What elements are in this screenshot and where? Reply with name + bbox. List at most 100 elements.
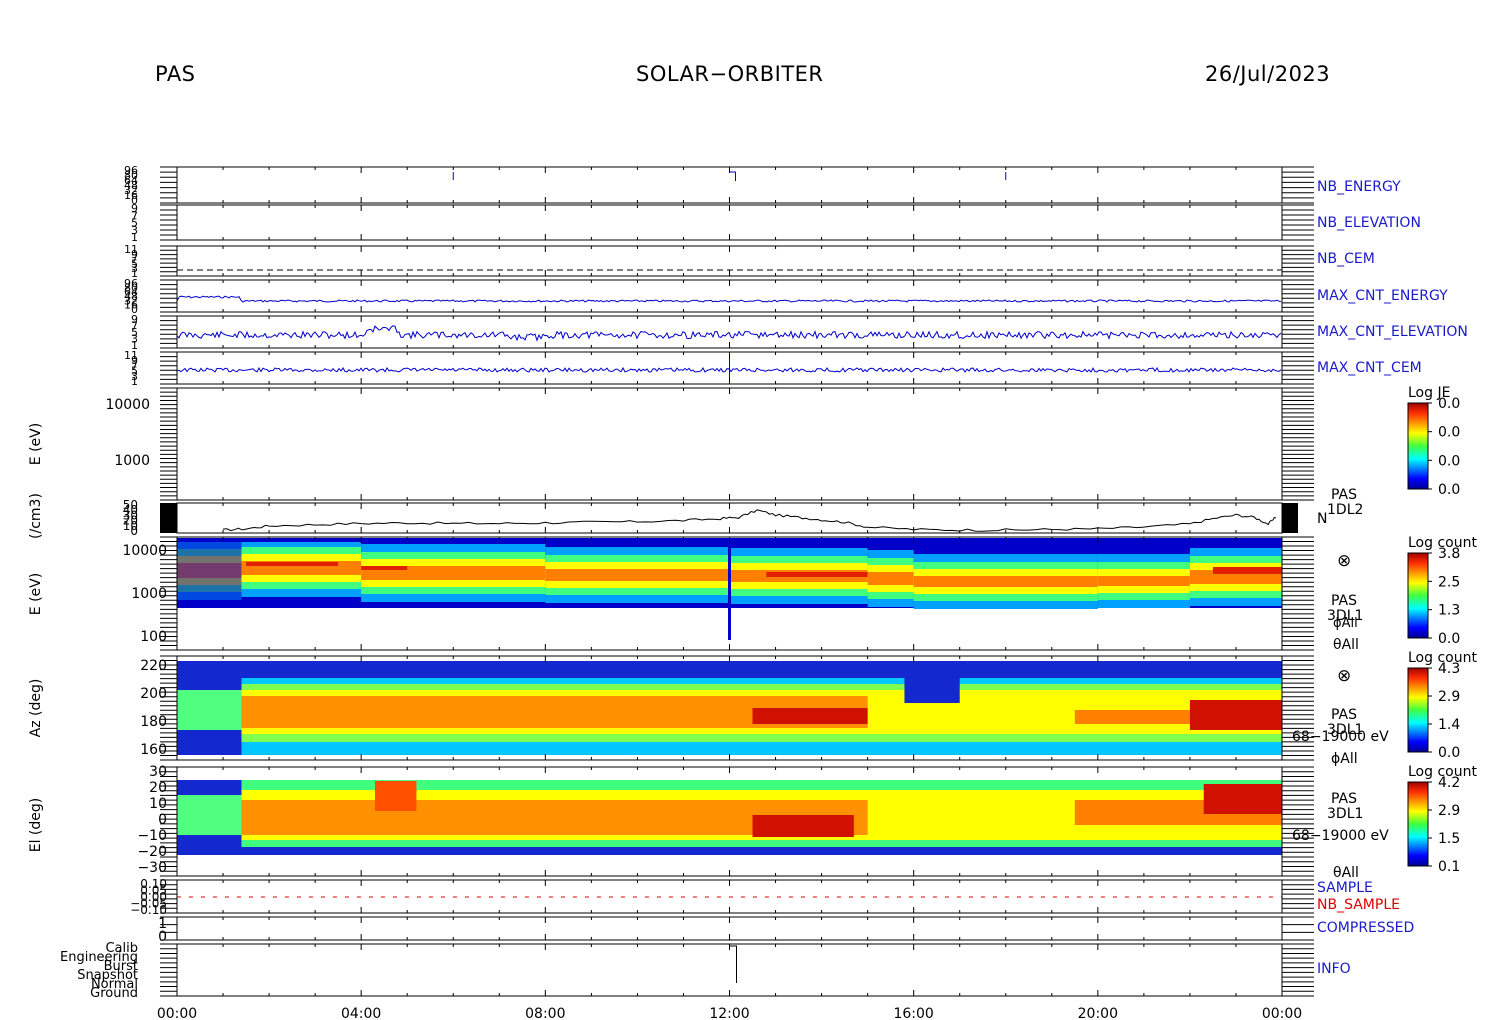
energy-band-peak [1212, 567, 1282, 574]
hk-label-nb_cem: NB_CEM [1317, 251, 1375, 267]
energy-label-theta: θAll [1333, 637, 1359, 653]
azimuth-label-energy: 68−19000 eV [1292, 729, 1389, 745]
azimuth-early-green [177, 690, 242, 730]
sample-label: SAMPLE [1317, 880, 1373, 896]
compressed-ytick: 0 [158, 929, 167, 945]
density-label-n: N [1317, 511, 1327, 527]
je-ytick: 10000 [105, 397, 150, 413]
elevation-colorbar-tick-label: 1.5 [1438, 831, 1460, 847]
info-label: INFO [1317, 961, 1351, 977]
energy-band-peak [361, 566, 408, 570]
elevation-label-theta: θAll [1333, 865, 1359, 881]
density-ylabel: (/cm3) [28, 493, 44, 539]
density-series-line [222, 509, 1276, 532]
je-ylabel: E (eV) [28, 423, 44, 465]
elevation-ytick: 0 [158, 812, 167, 828]
density-left-block [160, 503, 177, 533]
hk-ytick: 1 [131, 375, 138, 388]
je-colorbar [1407, 402, 1429, 490]
energy-colorbar-tick-label: 3.8 [1438, 546, 1460, 562]
elevation-ytick: −10 [137, 828, 167, 844]
azimuth-ytick: 200 [140, 686, 167, 702]
je-colorbar-tick-label: 0.0 [1438, 425, 1460, 441]
info-ytick: Ground [90, 986, 138, 1001]
azimuth-ytick: 180 [140, 714, 167, 730]
elevation-label-pas: PAS [1331, 791, 1357, 807]
energy-band-peak [766, 572, 868, 577]
elevation-colorbar-tick-label: 0.1 [1438, 859, 1460, 875]
density-label-pas: PAS [1331, 487, 1357, 503]
energy-band-peak [246, 562, 339, 566]
energy-label-phi: ϕAll [1333, 616, 1358, 631]
elevation-label-energy: 68−19000 eV [1292, 828, 1389, 844]
density-right-block [1282, 503, 1298, 533]
energy-ytick: 10000 [122, 543, 167, 559]
energy-ylabel: E (eV) [28, 573, 44, 615]
x-tick-label: 12:00 [709, 1006, 749, 1020]
elevation-ytick: 30 [149, 764, 167, 780]
elevation-colorbar-tick-label: 2.9 [1438, 803, 1460, 819]
nb-sample-label: NB_SAMPLE [1317, 897, 1400, 913]
compressed-label: COMPRESSED [1317, 920, 1414, 936]
hk-label-max_cnt_elevation: MAX_CNT_ELEVATION [1317, 324, 1468, 340]
info-panel-frame [176, 943, 1283, 997]
max-cnt-elevation-trace [176, 325, 1282, 342]
x-tick-label: 08:00 [525, 1006, 565, 1020]
energy-band-core [1097, 576, 1190, 586]
azimuth-peak-late [1189, 700, 1282, 730]
energy-colorbar-tick-label: 1.3 [1438, 603, 1460, 619]
azimuth-ytick: 220 [140, 658, 167, 674]
max-cnt-energy-trace [176, 295, 1282, 303]
elevation-colorbar [1407, 781, 1429, 867]
elevation-ylabel: El (deg) [28, 798, 44, 853]
density-label-1dl2: 1DL2 [1327, 502, 1363, 518]
je-ytick: 1000 [114, 453, 150, 469]
energy-colorbar-tick-label: 0.0 [1438, 631, 1460, 647]
energy-spectrogram-image [177, 538, 1282, 640]
energy-early-dim [177, 538, 242, 608]
azimuth-ytick: 160 [140, 742, 167, 758]
x-tick-label: 16:00 [893, 1006, 933, 1020]
azimuth-label-pas: PAS [1331, 707, 1357, 723]
elevation-hot-spot [374, 781, 417, 811]
elevation-colorbar-tick-label: 4.2 [1438, 775, 1460, 791]
info-mode-step [729, 945, 737, 983]
energy-ytick: 100 [140, 629, 167, 645]
x-tick-label: 04:00 [341, 1006, 381, 1020]
azimuth-spectrogram-image [177, 661, 1282, 755]
elevation-peak-late [1203, 784, 1282, 814]
elevation-spectrogram-image [177, 780, 1282, 855]
azimuth-colorbar-tick-label: 0.0 [1438, 745, 1460, 761]
azimuth-colorbar-tick-label: 2.9 [1438, 689, 1460, 705]
azimuth-direction-symbol: ⊗ [1337, 666, 1351, 686]
azimuth-dip [904, 661, 960, 703]
energy-colorbar-tick-label: 2.5 [1438, 574, 1460, 590]
density-ytick: 0 [130, 524, 138, 538]
x-tick-label: 00:00 [157, 1006, 197, 1020]
pas-summary-plot: 9680644832160NB_ENERGY97531NB_ELEVATION1… [28, 164, 1477, 1020]
energy-band-core [913, 576, 1098, 587]
elevation-peak [752, 815, 854, 837]
energy-colorbar [1407, 552, 1429, 639]
energy-label-pas: PAS [1331, 593, 1357, 609]
sample-ytick: −0.10 [130, 903, 167, 917]
energy-band-core [545, 569, 730, 581]
energy-ytick: 1000 [131, 586, 167, 602]
energy-direction-symbol: ⊗ [1337, 551, 1351, 571]
je-colorbar-tick-label: 0.0 [1438, 396, 1460, 412]
je-colorbar-tick-label: 0.0 [1438, 482, 1460, 498]
azimuth-colorbar-tick-label: 1.4 [1438, 717, 1460, 733]
hk-label-max_cnt_energy: MAX_CNT_ENERGY [1317, 288, 1448, 304]
elevation-ytick: −20 [137, 844, 167, 860]
je-spectrogram-frame [176, 387, 1283, 501]
elevation-ytick: 20 [149, 780, 167, 796]
elevation-ytick: −30 [137, 860, 167, 876]
azimuth-peak [752, 708, 868, 724]
hk-label-nb_energy: NB_ENERGY [1317, 179, 1401, 195]
azimuth-colorbar-tick-label: 4.3 [1438, 661, 1460, 677]
hk-label-nb_elevation: NB_ELEVATION [1317, 215, 1421, 231]
x-tick-label: 00:00 [1262, 1006, 1302, 1020]
elevation-early-green [177, 795, 242, 835]
hk-label-max_cnt_cem: MAX_CNT_CEM [1317, 360, 1422, 376]
je-colorbar-tick-label: 0.0 [1438, 453, 1460, 469]
